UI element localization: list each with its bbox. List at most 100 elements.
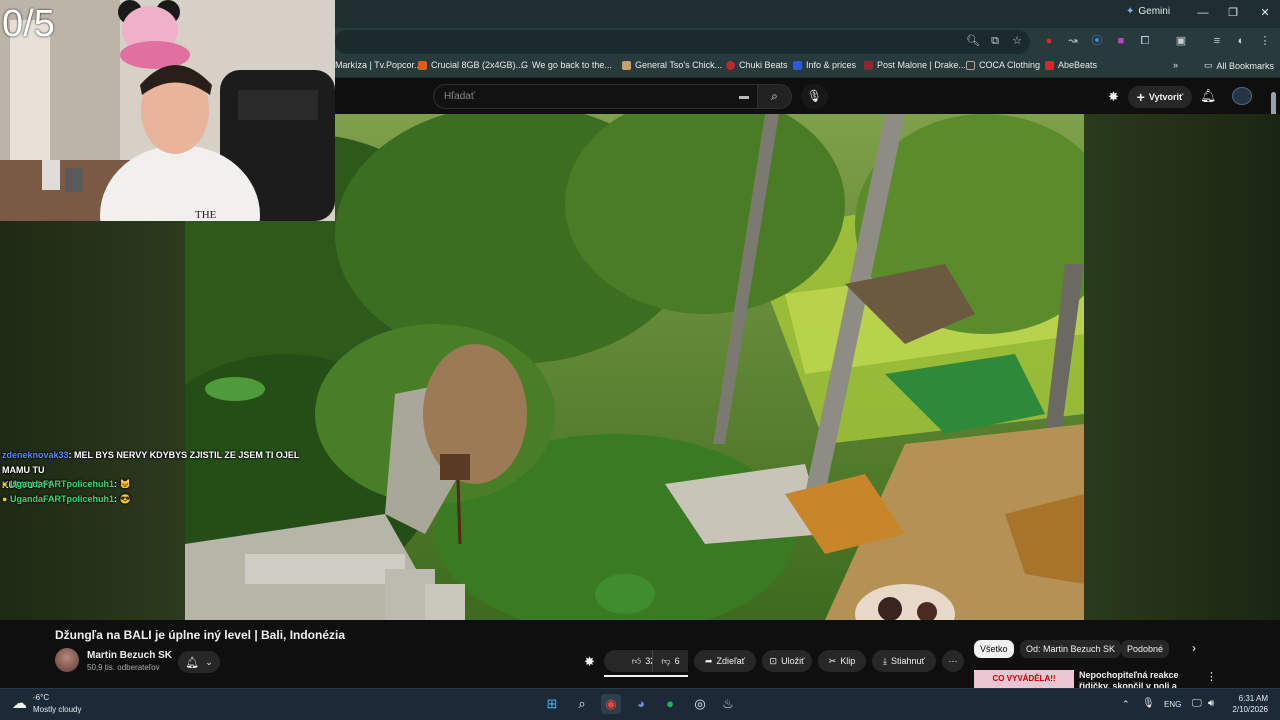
subscription-bell-button[interactable]: 🔔︎ ⌄ (178, 651, 220, 673)
sidepanel-icon[interactable]: ▣ (1174, 34, 1188, 48)
chat-text: : 😎 (113, 494, 131, 504)
bell-icon: 🔔︎ (185, 656, 200, 669)
bookmark-item[interactable]: Markíza | Tv.Popcor... (335, 60, 422, 70)
save-icon: ⊡ (769, 655, 778, 666)
minimize-button[interactable]: — (1188, 4, 1218, 22)
recommended-thumbnail[interactable]: CO VYVÁDĚLA!! (974, 670, 1074, 688)
share-button[interactable]: ➦ Zdieľať (694, 650, 756, 672)
chips-next-chevron-icon[interactable]: › (1192, 641, 1196, 655)
bookmark-star-icon[interactable]: ☆ (1010, 34, 1024, 48)
spotify-icon[interactable]: ● (660, 694, 680, 714)
clock-time: 6:31 AM (1238, 694, 1268, 703)
all-bookmarks-folder[interactable]: ▭ All Bookmarks (1204, 60, 1274, 71)
bookmark-item[interactable]: Info & prices (793, 60, 856, 70)
chat-message: ● UgandaFARTpolicehuh1: 🐱 (2, 477, 131, 492)
obs-icon[interactable]: ◎ (690, 694, 710, 714)
search-placeholder: Hľadať (444, 91, 475, 102)
ambient-right (1084, 114, 1280, 620)
maximize-button[interactable]: ❐ (1218, 4, 1248, 22)
thumbs-down-icon: 👎︎ (661, 655, 671, 666)
scissors-icon: ✂ (828, 655, 837, 666)
bookmark-item[interactable]: Crucial 8GB (2x4GB)... (418, 60, 523, 70)
video-title: Džungľa na BALI je úplne iný level | Bal… (55, 628, 346, 642)
gemini-ask-icon[interactable]: ✸ (584, 654, 595, 670)
search-input[interactable]: Hľadať ▬ (433, 84, 758, 109)
weather-cloud-icon[interactable]: ☁ (12, 694, 27, 712)
more-actions-button[interactable]: ⋯ (942, 650, 964, 672)
extension-icon[interactable]: ● (1042, 34, 1056, 48)
bookmark-favicon-icon (726, 60, 735, 70)
chrome-icon[interactable]: ◉ (601, 694, 621, 714)
download-button[interactable]: ⤓ Stiahnuť (872, 650, 936, 672)
address-bar[interactable] (335, 30, 1030, 54)
chip-all[interactable]: Všetko (974, 640, 1014, 658)
clip-button[interactable]: ✂ Klip (818, 650, 866, 672)
badge-icon: ● (2, 479, 8, 489)
thumbnail-text: CO VYVÁDĚLA!! (992, 674, 1056, 683)
extension-icon[interactable]: ⦿ (1090, 34, 1104, 48)
voice-search-button[interactable]: 🎙︎ (801, 84, 828, 109)
extension-icon[interactable]: ↝ (1066, 34, 1080, 48)
clock-date: 2/10/2026 (1232, 705, 1268, 714)
discord-icon[interactable]: ◕ (631, 694, 651, 714)
bookmark-favicon-icon (864, 60, 873, 70)
start-windows-icon[interactable]: ⊞ (542, 694, 562, 714)
subscriber-count: 50,9 tis. odberateľov (87, 663, 160, 672)
challenge-counter: 0/5 (2, 3, 55, 45)
bookmark-favicon-icon (622, 60, 631, 70)
chat-username: zdeneknovak33 (2, 450, 69, 460)
extension-icon[interactable]: ■ (1114, 34, 1128, 48)
steam-icon[interactable]: ♨ (718, 694, 738, 714)
keyboard-icon[interactable]: ▬ (739, 91, 749, 102)
bookmark-favicon-icon (1045, 60, 1054, 70)
cast-icon[interactable]: ⧉ (988, 34, 1002, 48)
gemini-label: Gemini (1138, 6, 1171, 17)
recommended-menu-icon[interactable]: ⋮ (1206, 670, 1217, 683)
recommended-title[interactable]: Nepochopiteľná reakce řidičky, skončil v… (1079, 670, 1199, 688)
folder-icon: ▭ (1204, 60, 1213, 70)
bookmark-item[interactable]: General Tso's Chick... (622, 60, 722, 70)
bookmark-item[interactable]: G We go back to the... (521, 60, 612, 70)
extensions-puzzle-icon[interactable]: ⧠ (1138, 34, 1152, 48)
notifications-bell-icon[interactable]: 🔔︎ (1200, 88, 1217, 104)
profile-avatar[interactable]: ◐ (1234, 34, 1248, 48)
chat-message: ● UgandaFARTpolicehuh1: 😎 (2, 492, 131, 507)
gemini-sparkle-icon[interactable]: ✸ (1108, 89, 1119, 105)
create-button[interactable]: + Vytvoriť (1128, 86, 1192, 108)
dislike-button[interactable]: 👎︎ 6 (652, 650, 688, 672)
close-button[interactable]: ✕ (1250, 4, 1280, 22)
weather-temperature[interactable]: -6°C (33, 693, 49, 702)
gemini-icon: ✦ (1126, 6, 1135, 17)
menu-kebab-icon[interactable]: ⋮ (1258, 34, 1272, 48)
download-icon: ⤓ (883, 655, 888, 666)
account-avatar[interactable] (1232, 87, 1252, 105)
tray-chevron-up-icon[interactable]: ⌃ (1122, 699, 1130, 710)
bookmark-item[interactable]: COCA Clothing (966, 60, 1040, 70)
bookmark-item[interactable]: Post Malone | Drake... (864, 60, 966, 70)
chip-related[interactable]: Podobné (1121, 640, 1170, 658)
gemini-button[interactable]: ✦ Gemini (1126, 6, 1170, 17)
volume-icon[interactable]: 🔊︎ (1208, 698, 1214, 709)
search-button[interactable]: ⌕ (757, 84, 792, 109)
channel-avatar[interactable] (55, 648, 79, 672)
tray-microphone-icon[interactable]: 🎙︎ (1142, 698, 1155, 709)
google-icon: G (521, 60, 529, 70)
chip-from-channel[interactable]: Od: Martin Bezuch SK (1020, 640, 1122, 658)
weather-description[interactable]: Mostly cloudy (33, 705, 81, 714)
save-button[interactable]: ⊡ Uložiť (762, 650, 812, 672)
media-icon[interactable]: ≡ (1210, 34, 1224, 48)
chat-text: : 🐱 (113, 479, 131, 489)
bookmark-item[interactable]: AbeBeats (1045, 60, 1097, 70)
language-indicator[interactable]: ENG (1164, 700, 1181, 709)
bookmark-favicon-icon (418, 60, 427, 70)
zoom-icon[interactable]: 🔍︎ (966, 34, 980, 48)
thumbs-up-icon: 👍︎ (631, 655, 642, 666)
more-bookmarks-chevron-icon[interactable]: » (1173, 60, 1178, 70)
shirt-print: THE (195, 209, 217, 221)
system-clock[interactable]: 6:31 AM 2/10/2026 (1226, 693, 1268, 715)
channel-name[interactable]: Martin Bezuch SK (87, 650, 172, 661)
taskbar-search-icon[interactable]: ⌕ (572, 694, 592, 714)
chat-username: UgandaFARTpolicehuh1 (9, 479, 114, 489)
network-icon[interactable]: 🖵 (1192, 698, 1202, 709)
bookmark-item[interactable]: Chuki Beats (726, 60, 788, 70)
